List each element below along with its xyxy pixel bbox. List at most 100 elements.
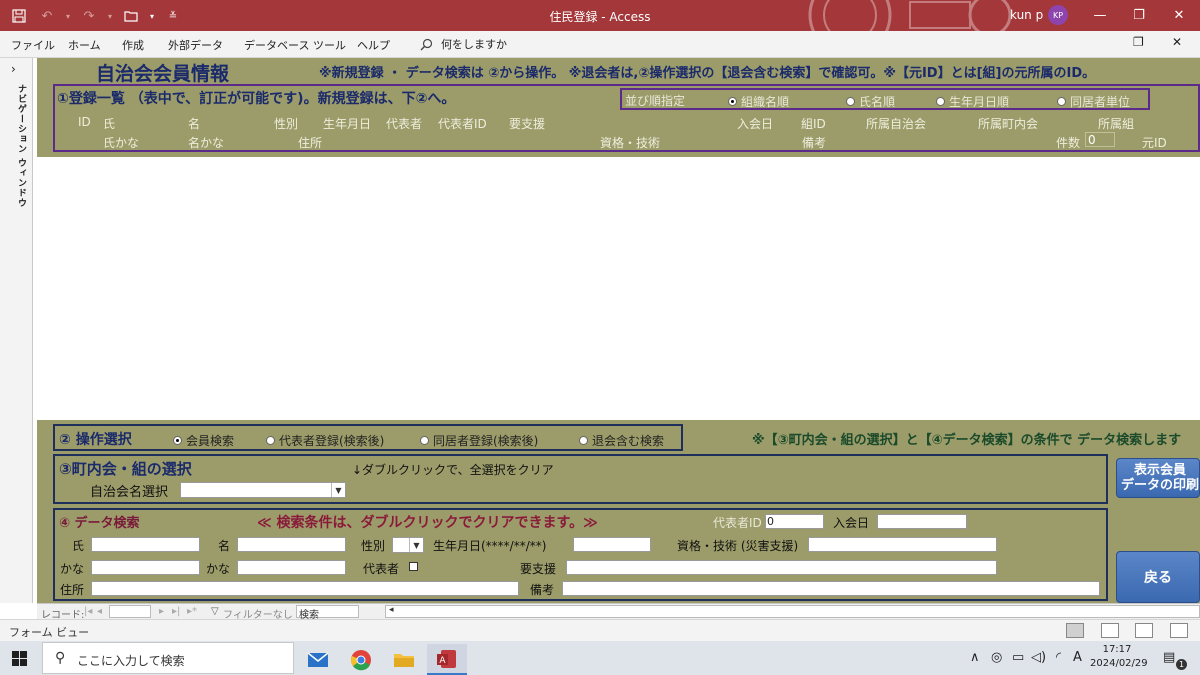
surname-label: 氏 bbox=[72, 539, 85, 553]
count-value: 0 bbox=[1085, 132, 1115, 147]
notification-icon[interactable]: ▤ bbox=[1163, 650, 1175, 665]
avatar[interactable]: KP bbox=[1048, 5, 1068, 25]
next-record-icon[interactable]: ▸ bbox=[159, 606, 164, 617]
mail-app-icon[interactable] bbox=[298, 644, 338, 675]
col-association: 所属自治会 bbox=[866, 117, 927, 131]
detail-records-area[interactable] bbox=[37, 157, 1200, 420]
ime-indicator[interactable]: A bbox=[1073, 650, 1082, 665]
filter-icon[interactable]: ▽ bbox=[211, 606, 219, 617]
back-button[interactable]: 戻る bbox=[1116, 551, 1200, 603]
surname-kana-field[interactable] bbox=[91, 560, 200, 575]
gender-label: 性別 bbox=[361, 539, 386, 553]
navigation-pane[interactable]: › ナビゲーション ウィンドウ bbox=[0, 58, 33, 603]
sort-option-org[interactable]: 組織名順 bbox=[728, 93, 789, 110]
op-label: 会員検索 bbox=[186, 434, 235, 448]
op-member-search[interactable]: 会員検索 bbox=[173, 432, 234, 449]
col-given-kana: 名かな bbox=[188, 136, 225, 150]
rep-id-label: 代表者ID bbox=[713, 516, 762, 530]
op-label: 代表者登録(検索後) bbox=[279, 434, 385, 448]
tell-me-search[interactable]: 何をしますか bbox=[420, 36, 507, 52]
given-kana-field[interactable] bbox=[237, 560, 346, 575]
menu-database-tools[interactable]: データベース ツール bbox=[244, 37, 346, 53]
rep-id-field[interactable]: 0 bbox=[765, 514, 824, 529]
dob-field[interactable] bbox=[573, 537, 651, 552]
scroll-left-icon[interactable]: ◂ bbox=[389, 605, 394, 615]
form-view-icon[interactable] bbox=[1066, 623, 1084, 638]
file-explorer-icon[interactable] bbox=[384, 644, 424, 675]
network-icon[interactable]: ◜ bbox=[1056, 650, 1061, 665]
menu-external-data[interactable]: 外部データ bbox=[168, 37, 223, 53]
given-name-field[interactable] bbox=[237, 537, 346, 552]
taskbar: ⚲ ここに入力して検索 A ∧ ◎ ▭ ◁) ◜ A 17:17 2024/02… bbox=[0, 641, 1200, 675]
sort-option-label: 組織名順 bbox=[741, 95, 790, 109]
representative-checkbox[interactable] bbox=[409, 562, 418, 571]
chevron-right-icon[interactable]: › bbox=[11, 62, 16, 76]
first-record-icon[interactable]: |◂ bbox=[84, 606, 92, 617]
radio-icon bbox=[173, 436, 182, 445]
design-view-icon[interactable] bbox=[1170, 623, 1188, 638]
given-kana-label: かな bbox=[206, 562, 231, 576]
close-icon[interactable]: ✕ bbox=[1156, 0, 1200, 31]
menu-create[interactable]: 作成 bbox=[122, 37, 144, 53]
op-search-incl-withdrawn[interactable]: 退会含む検索 bbox=[579, 432, 664, 449]
menu-home[interactable]: ホーム bbox=[68, 37, 101, 53]
clock[interactable]: 17:17 2024/02/29 bbox=[1090, 643, 1148, 671]
record-search-field[interactable]: 検索 bbox=[296, 605, 359, 621]
form-close-icon[interactable]: ✕ bbox=[1172, 35, 1182, 49]
form-title: 自治会会員情報 bbox=[96, 63, 230, 85]
form-restore-icon[interactable]: ❐ bbox=[1133, 35, 1144, 49]
print-members-button[interactable]: 表示会員 データの印刷 bbox=[1116, 458, 1200, 498]
radio-icon bbox=[728, 97, 737, 106]
surname-field[interactable] bbox=[91, 537, 200, 552]
address-field[interactable] bbox=[91, 581, 519, 596]
association-select[interactable]: ▼ bbox=[180, 482, 346, 498]
needs-support-field[interactable] bbox=[566, 560, 997, 575]
last-record-icon[interactable]: ▸| bbox=[172, 606, 180, 617]
col-skills: 資格・技術 bbox=[600, 136, 661, 150]
menu-help[interactable]: ヘルプ bbox=[357, 37, 390, 53]
section3-hint: ↓ダブルクリックで、全選択をクリア bbox=[352, 463, 554, 477]
clock-time: 17:17 bbox=[1102, 644, 1132, 655]
header-note: ※新規登録 ・ データ検索は ②から操作。 ※退会者は,②操作選択の【退会含む検… bbox=[319, 66, 1096, 81]
taskbar-search[interactable]: ⚲ ここに入力して検索 bbox=[42, 642, 294, 674]
tray-app-icon[interactable]: ◎ bbox=[991, 650, 1002, 665]
op-register-household[interactable]: 同居者登録(検索後) bbox=[420, 432, 538, 449]
col-representative: 代表者 bbox=[386, 117, 423, 131]
section4-note: ≪ 検索条件は、ダブルクリックでクリアできます。≫ bbox=[257, 515, 598, 531]
sort-option-household[interactable]: 同居者単位 bbox=[1057, 93, 1130, 110]
record-number-field[interactable] bbox=[109, 605, 151, 618]
representative-label: 代表者 bbox=[363, 562, 400, 576]
needs-support-label: 要支援 bbox=[520, 562, 557, 576]
windows-start-icon[interactable] bbox=[12, 651, 27, 666]
col-id: ID bbox=[78, 115, 91, 129]
op-register-representative[interactable]: 代表者登録(検索後) bbox=[266, 432, 384, 449]
sort-option-label: 生年月日順 bbox=[949, 95, 1010, 109]
chrome-app-icon[interactable] bbox=[341, 644, 381, 675]
gender-select[interactable]: ▼ bbox=[392, 537, 424, 553]
section4-title: ④ データ検索 bbox=[59, 516, 140, 531]
menu-file[interactable]: ファイル bbox=[11, 37, 55, 53]
skills-field[interactable] bbox=[808, 537, 997, 552]
chevron-down-icon[interactable]: ▼ bbox=[331, 483, 345, 497]
new-record-icon[interactable]: ▸* bbox=[187, 606, 197, 617]
datasheet-view-icon[interactable] bbox=[1101, 623, 1119, 638]
notification-count-badge: 1 bbox=[1176, 659, 1187, 670]
tray-chevron-icon[interactable]: ∧ bbox=[970, 650, 980, 665]
chevron-down-icon[interactable]: ▼ bbox=[409, 538, 423, 552]
sort-option-dob[interactable]: 生年月日順 bbox=[936, 93, 1009, 110]
prev-record-icon[interactable]: ◂ bbox=[97, 606, 102, 617]
join-date-field[interactable] bbox=[877, 514, 967, 529]
col-surname: 氏 bbox=[103, 117, 116, 131]
join-date-label: 入会日 bbox=[833, 516, 870, 530]
col-surname-kana: 氏かな bbox=[103, 136, 140, 150]
sort-option-name[interactable]: 氏名順 bbox=[846, 93, 895, 110]
remarks-field[interactable] bbox=[562, 581, 1100, 596]
horizontal-scrollbar[interactable]: ◂ bbox=[385, 605, 1200, 618]
access-app-icon[interactable]: A bbox=[427, 644, 467, 675]
given-name-label: 名 bbox=[218, 539, 231, 553]
ops-note: ※【③町内会・組の選択】と【④データ検索】の条件で データ検索します bbox=[752, 433, 1182, 448]
sort-option-label: 氏名順 bbox=[859, 95, 896, 109]
volume-icon[interactable]: ◁) bbox=[1031, 650, 1046, 665]
layout-view-icon[interactable] bbox=[1135, 623, 1153, 638]
battery-icon[interactable]: ▭ bbox=[1012, 650, 1024, 665]
